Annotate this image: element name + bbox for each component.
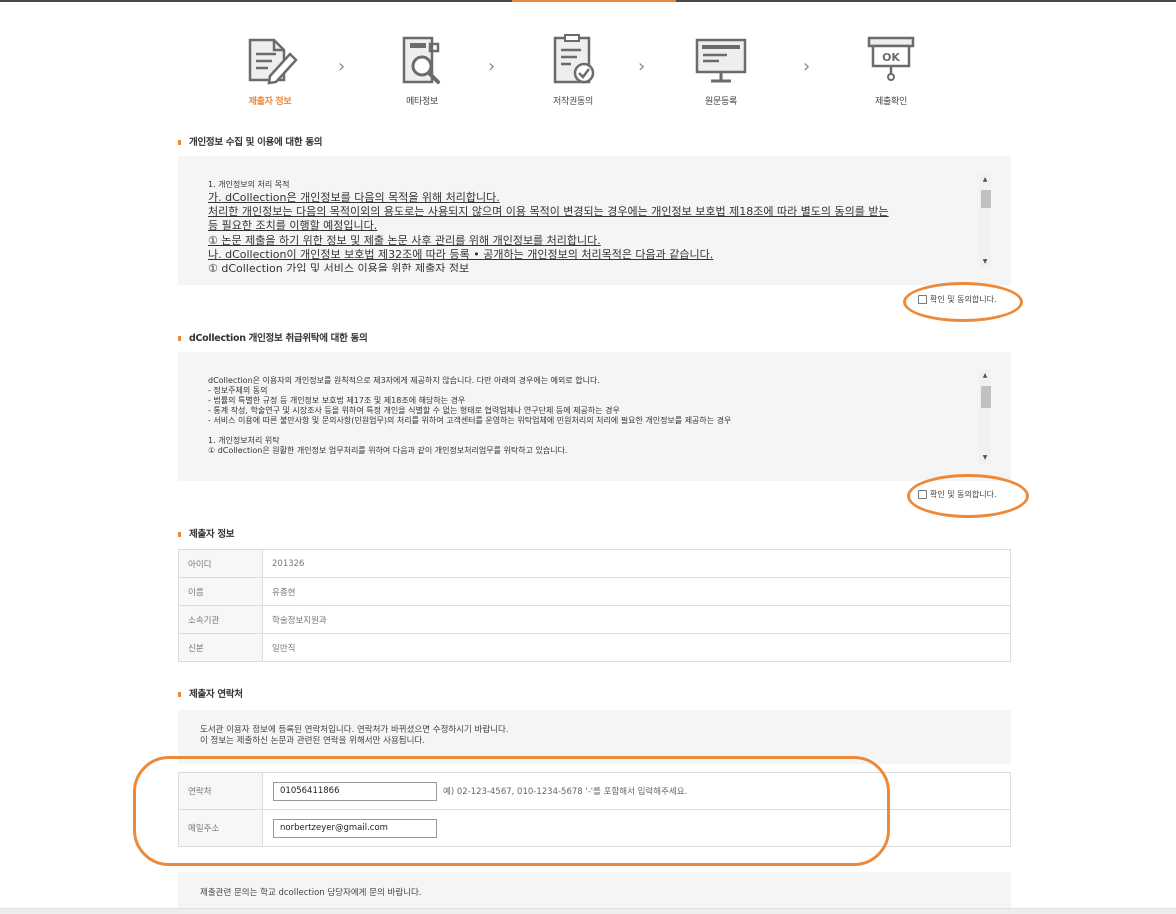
top-bar-accent — [512, 0, 676, 2]
scrollbar[interactable]: ▲ ▼ — [979, 370, 991, 464]
section-title-outsourcing-consent: dCollection 개인정보 취급위탁에 대한 동의 — [178, 330, 368, 344]
step-copyright-agreement[interactable]: 저작권동의 — [513, 30, 633, 107]
scroll-thumb[interactable] — [981, 386, 991, 408]
step-label: 제출확인 — [875, 97, 907, 107]
step-label: 제출자 정보 — [248, 97, 292, 107]
scroll-thumb[interactable] — [981, 190, 991, 208]
section-title-contact: 제출자 연락처 — [178, 686, 243, 700]
document-pen-icon — [248, 38, 298, 85]
table-row: 소속기관 학술정보지원과 — [178, 605, 1011, 634]
annotation-circle — [903, 282, 1023, 322]
clipboard-check-icon — [553, 34, 595, 84]
step-submit-confirm[interactable]: OK 제출확인 — [831, 30, 951, 107]
scrollbar[interactable]: ▲ ▼ — [979, 174, 991, 268]
step-file-upload[interactable]: 원문등록 — [661, 30, 781, 107]
submitter-info-table: 아이디 201326 이름 유종현 소속기관 학술정보지원과 신분 일반직 — [178, 549, 1011, 662]
footer-notice: 제출관련 문의는 학교 dcollection 담당자에게 문의 바랍니다. — [178, 872, 1011, 908]
step-label: 저작권동의 — [553, 97, 593, 107]
outsourcing-terms-box[interactable]: dCollection은 이용자의 개인정보를 원칙적으로 제3자에게 제공하지… — [178, 352, 1011, 481]
chevron-right-icon: › — [488, 56, 496, 77]
outsourcing-terms-text: dCollection은 이용자의 개인정보를 원칙적으로 제3자에게 제공하지… — [208, 376, 732, 455]
scroll-down-icon[interactable]: ▼ — [979, 452, 991, 464]
scroll-up-icon[interactable]: ▲ — [979, 370, 991, 382]
top-bar — [0, 0, 1176, 2]
page-bottom-bar — [0, 908, 1176, 914]
scroll-down-icon[interactable]: ▼ — [979, 256, 991, 268]
annotation-rounded-rect — [133, 756, 890, 866]
step-submitter-info[interactable]: 제출자 정보 — [210, 30, 330, 107]
table-row: 이름 유종현 — [178, 577, 1011, 606]
annotation-circle — [907, 474, 1029, 518]
privacy-terms-text: 1. 개인정보의 처리 목적 가. dCollection은 개인정보를 다음의… — [208, 180, 889, 272]
table-row: 신분 일반직 — [178, 633, 1011, 662]
chevron-right-icon: › — [803, 56, 811, 77]
ok-sign-icon: OK — [867, 36, 915, 81]
ok-text: OK — [882, 51, 900, 64]
chevron-right-icon: › — [338, 56, 346, 77]
document-search-icon — [402, 36, 440, 84]
table-row: 아이디 201326 — [178, 549, 1011, 578]
scroll-up-icon[interactable]: ▲ — [979, 174, 991, 186]
section-title-privacy-consent: 개인정보 수집 및 이용에 대한 동의 — [178, 134, 323, 148]
chevron-right-icon: › — [638, 56, 646, 77]
step-meta-info[interactable]: 메타정보 — [362, 30, 482, 107]
privacy-terms-box[interactable]: 1. 개인정보의 처리 목적 가. dCollection은 개인정보를 다음의… — [178, 156, 1011, 285]
step-label: 원문등록 — [705, 97, 737, 107]
monitor-icon — [695, 38, 747, 83]
progress-steps: 제출자 정보 › 메타정보 › 저작권동의 › 원문등록 › OK 제출확인 — [0, 30, 1176, 120]
section-title-submitter-info: 제출자 정보 — [178, 526, 235, 540]
step-label: 메타정보 — [406, 97, 438, 107]
